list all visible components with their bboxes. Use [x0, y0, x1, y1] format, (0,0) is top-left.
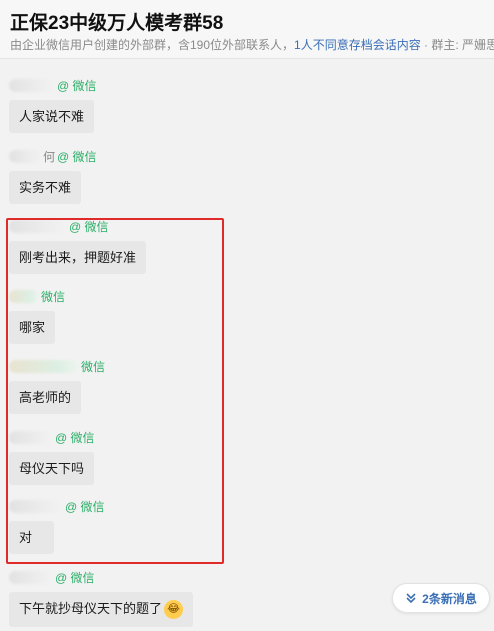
- message-bubble[interactable]: 下午就抄母仪天下的题了 😂: [9, 592, 194, 628]
- sender-name-blurred: [9, 571, 53, 584]
- sender-line: @ 微信: [9, 569, 193, 585]
- message-item: @ 微信 下午就抄母仪天下的题了 😂: [9, 569, 194, 628]
- message-item: 何 @ 微信 实务不难: [9, 148, 97, 204]
- highlight-box: [6, 218, 224, 564]
- archive-consent-link[interactable]: 1人不同意存档会话内容: [294, 38, 421, 52]
- group-info: 由企业微信用户创建的外部群，含190位外部联系人，1人不同意存档会话内容 · 群…: [10, 36, 494, 53]
- new-messages-label: 2条新消息: [422, 591, 477, 606]
- sender-source: @ 微信: [57, 79, 97, 93]
- sender-source: @ 微信: [55, 571, 95, 585]
- double-chevron-down-icon: [406, 593, 416, 604]
- sender-line: 何 @ 微信: [9, 148, 97, 164]
- sender-name-blurred: [9, 79, 55, 92]
- message-bubble[interactable]: 实务不难: [9, 171, 82, 204]
- message-text: 下午就抄母仪天下的题了: [19, 601, 163, 616]
- sender-source: @ 微信: [57, 150, 97, 164]
- chat-header: 正保23中级万人模考群58 由企业微信用户创建的外部群，含190位外部联系人，1…: [0, 0, 494, 59]
- group-title: 正保23中级万人模考群58: [10, 13, 224, 34]
- group-info-text: 由企业微信用户创建的外部群，含190位外部联系人，: [10, 38, 295, 52]
- laugh-emoji-icon: 😂: [164, 600, 184, 620]
- message-bubble[interactable]: 人家说不难: [9, 100, 95, 133]
- message-item: @ 微信 人家说不难: [9, 77, 97, 133]
- sender-name-blurred: [9, 150, 43, 163]
- sender-line: @ 微信: [9, 77, 97, 93]
- group-owner: · 群主: 严姗思: [420, 38, 494, 52]
- sender-name-suffix: 何: [43, 150, 56, 164]
- new-messages-button[interactable]: 2条新消息: [392, 583, 490, 613]
